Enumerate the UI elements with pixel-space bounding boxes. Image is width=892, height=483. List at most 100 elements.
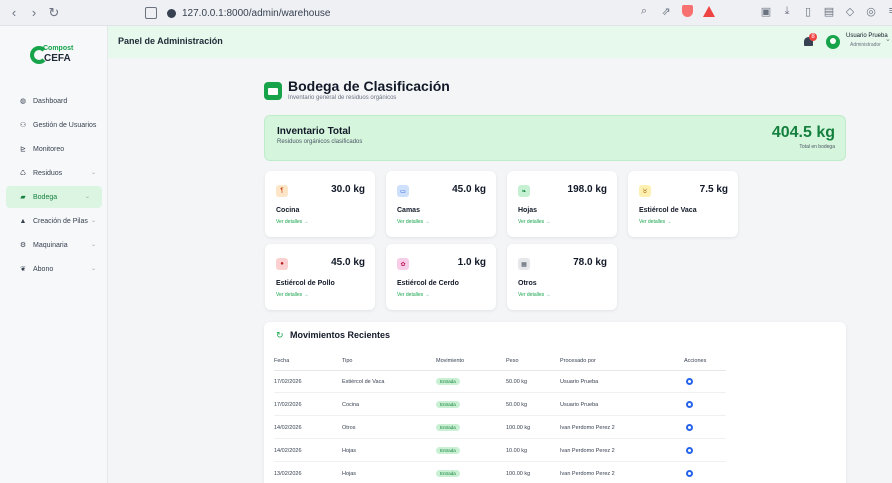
menu-icon[interactable]: ≡ — [886, 5, 892, 17]
history-icon: ↻ — [276, 330, 284, 340]
recent-movements-card: ↻ Movimientos Recientes Fecha Tipo Movimie… — [264, 322, 846, 483]
view-details-link[interactable]: Ver detalles → — [276, 219, 309, 225]
view-eye-icon[interactable] — [686, 470, 693, 477]
site-info-icon[interactable] — [167, 8, 176, 18]
total-value: 404.5 kg — [771, 124, 835, 141]
user-name[interactable]: Usuario Prueba — [846, 33, 888, 39]
view-details-link[interactable]: Ver detalles → — [276, 292, 309, 298]
view-details-link[interactable]: Ver detalles → — [518, 292, 551, 298]
chevron-down-icon: ⌄ — [90, 218, 96, 224]
cow-icon: ♉ — [639, 185, 651, 197]
table-cell: Hojas — [342, 471, 357, 477]
chevron-down-icon: ⌄ — [90, 242, 96, 248]
category-name: Hojas — [518, 207, 538, 214]
share-icon[interactable]: ⇗ — [660, 5, 672, 18]
table-cell: 100.00 kg — [506, 425, 531, 431]
view-details-link[interactable]: Ver detalles → — [639, 219, 672, 225]
warehouse-icon: ▰ — [20, 194, 26, 201]
sidebar-item-label: Dashboard — [33, 97, 68, 105]
category-card[interactable]: ♉ 7.5 kg Estiércol de Vaca Ver detalles → — [628, 171, 738, 237]
column-header: Peso — [506, 358, 519, 364]
sidebar-item-monitoreo[interactable]: ⊵ Monitoreo — [0, 138, 108, 160]
sidebar-item-creación-de-pilas[interactable]: ▲ Creación de Pilas ⌄ — [0, 210, 108, 232]
column-header: Fecha — [274, 358, 290, 364]
forward-icon[interactable]: › — [26, 5, 42, 21]
sidebar-item-residuos[interactable]: ♺ Residuos ⌄ — [0, 162, 108, 184]
notifications-button[interactable]: 8 — [802, 33, 817, 48]
sidebar-item-maquinaria[interactable]: ⚙ Maquinaria ⌄ — [0, 234, 108, 256]
table-cell: Estiércol de Vaca — [342, 379, 385, 385]
sidebar-item-dashboard[interactable]: ◍ Dashboard — [0, 90, 108, 112]
sidebar-toggle-icon[interactable]: ▯ — [802, 5, 814, 18]
view-eye-icon[interactable] — [686, 424, 693, 431]
movement-badge: Entrada — [436, 401, 460, 408]
table-cell: 10.00 kg — [506, 448, 528, 454]
utensils-icon: ¶ — [276, 185, 288, 197]
sidebar-item-abono[interactable]: ❦ Abono ⌄ — [0, 258, 108, 280]
sidebar-nav: ◍ Dashboard ⚇ Gestión de Usuarios ⊵ Monitoreo… — [0, 90, 108, 282]
movement-badge: Entrada — [436, 470, 460, 477]
box-icon: ▦ — [518, 258, 530, 270]
sidebar-item-label: Residuos — [33, 169, 63, 177]
brave-rewards-icon[interactable] — [703, 5, 715, 17]
category-name: Estiércol de Cerdo — [397, 280, 459, 287]
sidebar-item-label: Creación de Pilas — [33, 217, 88, 225]
table-cell: 50.00 kg — [506, 379, 528, 385]
table-cell: Otros — [342, 425, 356, 431]
main-content: Bodega de Clasificación Inventario gener… — [108, 58, 892, 483]
category-card[interactable]: ❧ 198.0 kg Hojas Ver detalles → — [507, 171, 617, 237]
category-card[interactable]: ▦ 78.0 kg Otros Ver detalles → — [507, 244, 617, 310]
column-header: Movimiento — [436, 358, 465, 364]
movements-table-header: Fecha Tipo Movimiento Peso Procesado por Acci… — [274, 355, 726, 371]
notification-badge: 8 — [809, 33, 817, 41]
category-name: Estiércol de Vaca — [639, 207, 697, 214]
category-card[interactable]: ● 45.0 kg Estiércol de Pollo Ver detalles → — [265, 244, 375, 310]
view-details-link[interactable]: Ver detalles → — [397, 219, 430, 225]
movement-badge: Entrada — [436, 378, 460, 385]
movements-title: Movimientos Recientes — [290, 330, 391, 340]
tab-icon[interactable]: ▤ — [823, 5, 835, 18]
category-name: Otros — [518, 280, 537, 287]
chevron-down-icon[interactable]: ⌄ — [885, 35, 891, 43]
zoom-icon[interactable]: ⌕ — [638, 5, 650, 17]
category-card[interactable]: ¶ 30.0 kg Cocina Ver detalles → — [265, 171, 375, 237]
sidebar-item-gestión-de-usuarios[interactable]: ⚇ Gestión de Usuarios — [0, 114, 108, 136]
table-cell: Cocina — [342, 402, 360, 408]
category-name: Estiércol de Pollo — [276, 280, 335, 287]
view-eye-icon[interactable] — [686, 401, 693, 408]
machinery-icon: ⚙ — [19, 242, 27, 249]
column-header: Acciones — [684, 358, 707, 364]
sidebar-item-bodega[interactable]: ▰ Bodega ⌄ — [6, 186, 102, 208]
avatar[interactable] — [826, 35, 840, 49]
logo-top-text: Compost — [43, 45, 74, 52]
table-cell: 50.00 kg — [506, 402, 528, 408]
view-details-link[interactable]: Ver detalles → — [397, 292, 430, 298]
users-icon: ⚇ — [19, 122, 27, 129]
download-icon[interactable]: ⤓ — [781, 5, 793, 17]
table-cell: 17/02/2026 — [274, 402, 302, 408]
category-card[interactable]: ✿ 1.0 kg Estiércol de Cerdo Ver detalles → — [386, 244, 496, 310]
view-details-link[interactable]: Ver detalles → — [518, 219, 551, 225]
category-value: 198.0 kg — [567, 184, 607, 195]
table-cell: Hojas — [342, 448, 357, 454]
seedling-icon: ❦ — [20, 266, 26, 273]
sidebar-item-label: Maquinaria — [33, 241, 68, 249]
pile-icon: ▲ — [19, 217, 27, 225]
bookmark-icon[interactable] — [145, 7, 157, 19]
brave-shield-icon[interactable] — [682, 5, 693, 17]
vpn-icon[interactable]: ◎ — [865, 5, 877, 18]
chart-line-icon: ⊵ — [20, 146, 26, 153]
wallet-icon[interactable]: ◇ — [844, 5, 856, 18]
extensions-icon[interactable]: ▣ — [760, 5, 772, 18]
logo[interactable]: Compost CEFA — [30, 44, 86, 70]
reload-icon[interactable]: ↻ — [46, 5, 62, 21]
leaf-icon: ❧ — [518, 185, 530, 197]
bed-icon: ▭ — [397, 185, 409, 197]
chevron-down-icon: ⌄ — [90, 170, 96, 176]
sidebar-item-label: Monitoreo — [33, 145, 65, 153]
back-icon[interactable]: ‹ — [6, 5, 22, 21]
view-eye-icon[interactable] — [686, 447, 693, 454]
view-eye-icon[interactable] — [686, 378, 693, 385]
movement-badge: Entrada — [436, 424, 460, 431]
category-card[interactable]: ▭ 45.0 kg Camas Ver detalles → — [386, 171, 496, 237]
